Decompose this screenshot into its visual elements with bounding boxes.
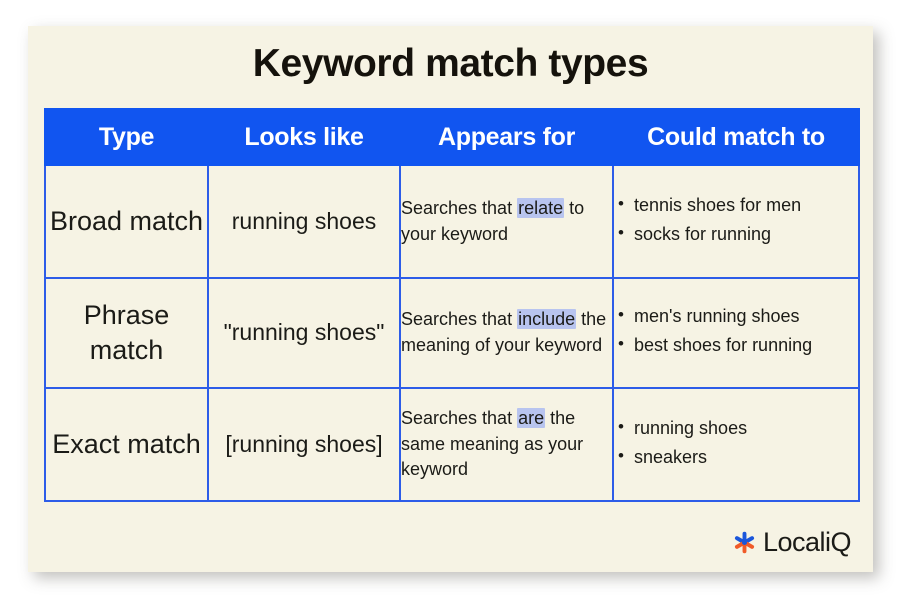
column-header-could-match-to: Could match to <box>612 108 860 166</box>
list-item: socks for running <box>618 221 858 248</box>
cell-could-match-to-exact: running shoes sneakers <box>612 387 860 502</box>
match-examples-list: running shoes sneakers <box>614 415 858 471</box>
cell-appears-for-exact: Searches that are the same meaning as yo… <box>399 387 614 502</box>
list-item: sneakers <box>618 444 858 471</box>
cell-appears-for-broad: Searches that relate to your keyword <box>399 164 614 279</box>
cell-type-exact: Exact match <box>44 387 209 502</box>
appears-text-before: Searches that <box>401 309 518 330</box>
page-title: Keyword match types <box>252 42 649 85</box>
cell-could-match-to-broad: tennis shoes for men socks for running <box>612 164 860 279</box>
list-item: running shoes <box>618 415 858 442</box>
appears-text-before: Searches that <box>401 197 518 218</box>
infographic-card: Keyword match types Type Looks like Appe… <box>28 26 873 572</box>
appears-text-before: Searches that <box>401 408 518 429</box>
match-examples-list: men's running shoes best shoes for runni… <box>614 303 858 359</box>
cell-looks-like-exact: [running shoes] <box>207 387 401 502</box>
match-examples-list: tennis shoes for men socks for running <box>614 192 858 248</box>
cell-type-phrase: Phrase match <box>44 277 209 389</box>
table-row: Phrase match "running shoes" Searches th… <box>44 277 860 389</box>
column-header-looks-like: Looks like <box>207 108 401 166</box>
asterisk-star-icon <box>734 531 754 554</box>
cell-appears-for-phrase: Searches that include the meaning of you… <box>399 277 614 389</box>
cell-could-match-to-phrase: men's running shoes best shoes for runni… <box>612 277 860 389</box>
localiq-logo: LocaliQ <box>733 527 852 558</box>
appears-text-highlight: are <box>517 408 546 429</box>
list-item: men's running shoes <box>618 303 858 330</box>
column-header-appears-for: Appears for <box>399 108 614 166</box>
list-item: tennis shoes for men <box>618 192 858 219</box>
cell-looks-like-phrase: "running shoes" <box>207 277 401 389</box>
table-row: Exact match [running shoes] Searches tha… <box>44 387 860 502</box>
appears-text-highlight: include <box>517 309 577 330</box>
list-item: best shoes for running <box>618 332 858 359</box>
appears-text-highlight: relate <box>517 197 565 218</box>
column-header-type: Type <box>44 108 209 166</box>
cell-type-broad: Broad match <box>44 164 209 279</box>
keyword-match-types-table: Type Looks like Appears for Could match … <box>44 108 860 502</box>
table-header-row: Type Looks like Appears for Could match … <box>44 108 860 166</box>
table-row: Broad match running shoes Searches that … <box>44 164 860 279</box>
logo-wordmark: LocaliQ <box>762 527 852 557</box>
cell-looks-like-broad: running shoes <box>207 164 401 279</box>
